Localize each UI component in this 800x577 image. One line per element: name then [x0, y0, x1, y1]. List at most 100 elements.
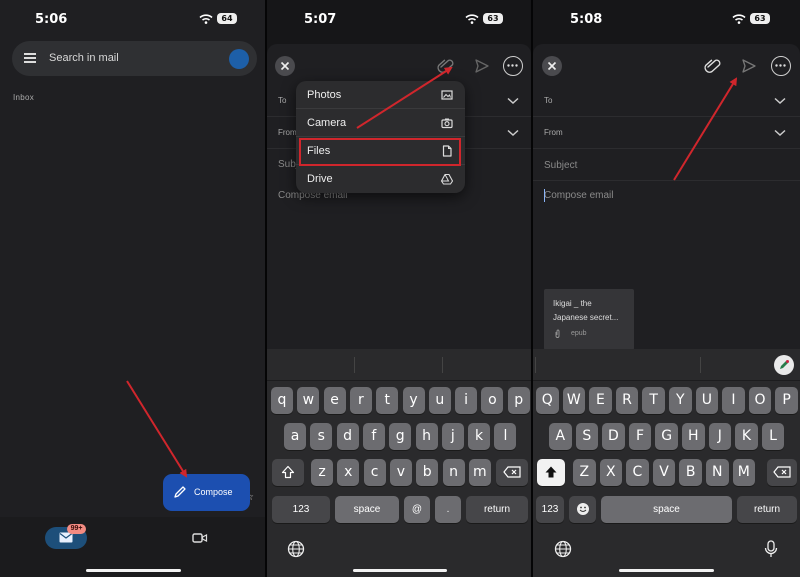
key-e[interactable]: E — [589, 387, 612, 414]
key-s[interactable]: S — [575, 423, 599, 450]
key-l[interactable]: L — [761, 423, 785, 450]
key-w[interactable]: w — [297, 387, 320, 414]
keyboard: QWERTYUIOP ASDFGHJKL ZXCVBNM 123 space r… — [533, 349, 800, 577]
key-j[interactable]: j — [441, 423, 464, 450]
to-field[interactable]: To — [533, 85, 800, 117]
key-x[interactable]: x — [337, 459, 360, 486]
search-bar[interactable]: Search in mail — [12, 41, 257, 76]
microphone-icon[interactable] — [764, 540, 778, 558]
chevron-down-icon[interactable] — [774, 97, 786, 105]
key-k[interactable]: K — [735, 423, 758, 450]
space-key[interactable]: space — [335, 496, 399, 523]
key-d[interactable]: D — [602, 423, 625, 450]
key-d[interactable]: d — [336, 423, 359, 450]
key-t[interactable]: T — [642, 387, 665, 414]
key-j[interactable]: J — [708, 423, 732, 450]
compose-body-input[interactable]: Compose email — [544, 190, 613, 201]
backspace-key[interactable] — [496, 459, 528, 486]
key-x[interactable]: X — [599, 459, 623, 486]
key-c[interactable]: C — [626, 459, 649, 486]
shift-icon — [281, 465, 295, 479]
more-options-button[interactable] — [503, 56, 523, 76]
key-o[interactable]: O — [748, 387, 772, 414]
subject-input[interactable]: Subject — [544, 160, 577, 171]
key-l[interactable]: l — [494, 423, 517, 450]
key-c[interactable]: c — [363, 459, 386, 486]
key-g[interactable]: G — [655, 423, 678, 450]
attachment-card[interactable]: Ikigai _ the Japanese secret... epub — [544, 289, 634, 350]
key-p[interactable]: p — [507, 387, 530, 414]
key-r[interactable]: r — [349, 387, 372, 414]
more-options-button[interactable] — [771, 56, 791, 76]
paperclip-icon[interactable] — [704, 58, 722, 74]
chevron-down-icon[interactable] — [774, 129, 786, 137]
key-a[interactable]: a — [284, 423, 306, 450]
shift-key[interactable] — [272, 459, 304, 486]
menu-item-camera[interactable]: Camera — [296, 109, 465, 137]
globe-icon[interactable] — [287, 540, 305, 558]
key-u[interactable]: u — [428, 387, 451, 414]
key-m[interactable]: M — [732, 459, 756, 486]
close-button[interactable] — [275, 56, 295, 76]
key-f[interactable]: f — [362, 423, 385, 450]
dot-key[interactable]: . — [435, 496, 461, 523]
key-i[interactable]: I — [722, 387, 745, 414]
key-q[interactable]: Q — [536, 387, 559, 414]
key-e[interactable]: e — [323, 387, 346, 414]
return-key[interactable]: return — [737, 496, 797, 523]
emoji-key[interactable] — [569, 496, 596, 523]
compose-button[interactable]: Compose — [163, 474, 250, 511]
menu-item-photos[interactable]: Photos — [296, 81, 465, 109]
globe-icon[interactable] — [554, 540, 572, 558]
key-p[interactable]: P — [775, 387, 798, 414]
key-n[interactable]: N — [706, 459, 729, 486]
backspace-key[interactable] — [767, 459, 797, 486]
key-o[interactable]: o — [481, 387, 504, 414]
key-v[interactable]: v — [389, 459, 412, 486]
subject-field[interactable]: Subject — [533, 149, 800, 181]
close-button[interactable] — [542, 56, 562, 76]
key-y[interactable]: y — [402, 387, 425, 414]
keyboard-app-icon[interactable] — [774, 355, 794, 375]
key-b[interactable]: b — [416, 459, 439, 486]
video-icon[interactable] — [192, 531, 208, 545]
numbers-key[interactable]: 123 — [536, 496, 564, 523]
key-n[interactable]: n — [442, 459, 465, 486]
key-u[interactable]: U — [695, 387, 719, 414]
key-y[interactable]: Y — [669, 387, 692, 414]
numbers-key[interactable]: 123 — [272, 496, 330, 523]
key-s[interactable]: s — [310, 423, 333, 450]
key-w[interactable]: W — [562, 387, 586, 414]
search-input[interactable]: Search in mail — [49, 52, 119, 64]
key-f[interactable]: F — [628, 423, 652, 450]
pen-icon — [780, 360, 789, 369]
key-g[interactable]: g — [389, 423, 412, 450]
return-key[interactable]: return — [466, 496, 528, 523]
menu-icon[interactable] — [24, 53, 36, 63]
key-t[interactable]: t — [376, 387, 399, 414]
key-a[interactable]: A — [549, 423, 572, 450]
key-r[interactable]: R — [615, 387, 639, 414]
key-i[interactable]: i — [455, 387, 478, 414]
chevron-down-icon[interactable] — [507, 97, 519, 105]
chevron-down-icon[interactable] — [507, 129, 519, 137]
send-icon[interactable] — [741, 58, 757, 74]
key-m[interactable]: m — [468, 459, 491, 486]
avatar[interactable] — [229, 49, 249, 69]
key-z[interactable]: Z — [573, 459, 596, 486]
key-z[interactable]: z — [311, 459, 333, 486]
from-field[interactable]: From — [533, 117, 800, 149]
key-k[interactable]: k — [468, 423, 491, 450]
paperclip-icon[interactable] — [437, 58, 455, 74]
send-icon[interactable] — [474, 58, 490, 74]
menu-item-drive[interactable]: Drive — [296, 165, 465, 193]
key-h[interactable]: h — [415, 423, 438, 450]
at-key[interactable]: @ — [404, 496, 430, 523]
key-v[interactable]: V — [652, 459, 676, 486]
shift-key-active[interactable] — [537, 459, 565, 486]
files-highlight-box — [299, 138, 461, 166]
space-key[interactable]: space — [601, 496, 732, 523]
key-q[interactable]: q — [271, 387, 293, 414]
key-h[interactable]: H — [682, 423, 705, 450]
key-b[interactable]: B — [679, 459, 702, 486]
